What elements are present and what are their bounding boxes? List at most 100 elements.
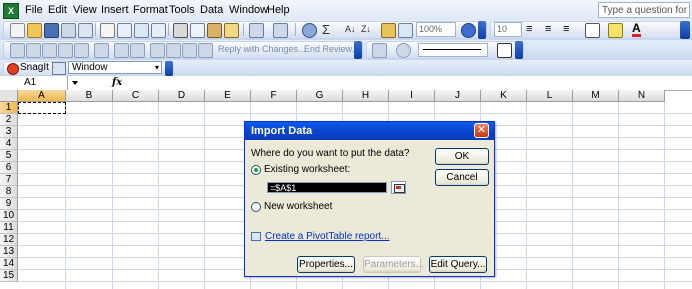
drawing-icon[interactable] (398, 23, 413, 38)
font-color-icon[interactable]: A (632, 22, 641, 37)
review-icon[interactable] (58, 43, 73, 58)
copy-icon[interactable] (190, 23, 205, 38)
open-icon[interactable] (27, 23, 42, 38)
ok-button[interactable]: OK (435, 148, 489, 165)
row-header-7[interactable]: 7 (0, 174, 18, 186)
review-icon[interactable] (26, 43, 41, 58)
name-box[interactable]: A1 (0, 76, 68, 90)
collapse-dialog-button[interactable] (391, 181, 406, 194)
column-header-e[interactable]: E (205, 90, 251, 102)
column-header-d[interactable]: D (159, 90, 205, 102)
research-icon[interactable] (151, 23, 166, 38)
redo-icon[interactable] (273, 23, 288, 38)
menu-help[interactable]: Help (267, 4, 290, 16)
fill-color-icon[interactable] (608, 23, 623, 38)
column-header-j[interactable]: J (435, 90, 481, 102)
row-header-6[interactable]: 6 (0, 162, 18, 174)
bold-icon[interactable]: ≡ (526, 23, 532, 35)
save-icon[interactable] (44, 23, 59, 38)
toolbar-options-icon[interactable] (354, 41, 362, 59)
spelling-icon[interactable] (134, 23, 149, 38)
active-cell-a1[interactable] (18, 102, 66, 114)
snagit-settings-icon[interactable] (52, 62, 66, 75)
paste-icon[interactable] (207, 23, 222, 38)
autosum-icon[interactable]: Σ (322, 22, 330, 37)
row-header-5[interactable]: 5 (0, 150, 18, 162)
sort-ascending-icon[interactable]: A↓ (345, 24, 356, 34)
insert-function-icon[interactable]: fx (112, 77, 122, 88)
review-icon[interactable] (42, 43, 57, 58)
destination-range-input[interactable]: =$A$1 (267, 182, 387, 193)
toolbar-options-icon[interactable] (478, 21, 486, 39)
menu-window[interactable]: Window (229, 4, 268, 16)
help-icon[interactable] (461, 23, 476, 38)
review-icon[interactable] (94, 43, 109, 58)
cancel-button[interactable]: Cancel (435, 169, 489, 186)
column-header-c[interactable]: C (113, 90, 159, 102)
toolbar-options-icon[interactable] (515, 41, 523, 59)
menu-tools[interactable]: Tools (169, 4, 195, 16)
snagit-icon[interactable] (7, 63, 19, 75)
column-header-g[interactable]: G (297, 90, 343, 102)
row-header-11[interactable]: 11 (0, 222, 18, 234)
review-icon[interactable] (166, 43, 181, 58)
font-size-select[interactable]: 10 (494, 22, 522, 37)
menu-file[interactable]: File (25, 4, 43, 16)
snagit-button[interactable]: SnagIt (20, 62, 49, 73)
chart-wizard-icon[interactable] (381, 23, 396, 38)
formula-input[interactable] (124, 76, 692, 90)
align-right-icon[interactable]: ≡ (563, 23, 569, 35)
close-button[interactable]: ✕ (474, 123, 489, 138)
row-header-4[interactable]: 4 (0, 138, 18, 150)
end-review-button[interactable]: End Review... (304, 44, 359, 54)
format-painter-icon[interactable] (224, 23, 239, 38)
menu-view[interactable]: View (73, 4, 97, 16)
row-header-9[interactable]: 9 (0, 198, 18, 210)
existing-worksheet-radio[interactable] (251, 165, 261, 175)
column-header-h[interactable]: H (343, 90, 389, 102)
edit-query-button[interactable]: Edit Query... (429, 256, 487, 273)
row-header-1[interactable]: 1 (0, 102, 18, 114)
zoom-select[interactable]: 100% (416, 22, 456, 37)
review-icon[interactable] (114, 43, 129, 58)
borders-icon[interactable] (585, 23, 600, 38)
review-icon[interactable] (198, 43, 213, 58)
column-header-l[interactable]: L (527, 90, 573, 102)
capture-mode-select[interactable]: Window ▾ (68, 61, 162, 74)
menu-insert[interactable]: Insert (101, 4, 129, 16)
review-icon[interactable] (130, 43, 145, 58)
row-header-12[interactable]: 12 (0, 234, 18, 246)
hyperlink-icon[interactable] (302, 23, 317, 38)
new-worksheet-label[interactable]: New worksheet (264, 201, 332, 212)
column-header-k[interactable]: K (481, 90, 527, 102)
existing-worksheet-label[interactable]: Existing worksheet: (264, 164, 350, 175)
email-icon[interactable] (78, 23, 93, 38)
select-all-corner[interactable] (0, 90, 18, 102)
new-icon[interactable] (10, 23, 25, 38)
properties-button[interactable]: Properties... (297, 256, 355, 273)
name-box-dropdown-icon[interactable] (72, 81, 78, 85)
print-icon[interactable] (100, 23, 115, 38)
toolbar-options-icon[interactable] (165, 61, 173, 76)
column-header-m[interactable]: M (573, 90, 619, 102)
row-header-8[interactable]: 8 (0, 186, 18, 198)
align-center-icon[interactable]: ≡ (545, 23, 551, 35)
undo-icon[interactable] (249, 23, 264, 38)
column-header-n[interactable]: N (619, 90, 665, 102)
row-header-13[interactable]: 13 (0, 246, 18, 258)
review-icon[interactable] (74, 43, 89, 58)
dialog-title-bar[interactable]: Import Data ✕ (245, 122, 494, 140)
row-header-2[interactable]: 2 (0, 114, 18, 126)
permission-icon[interactable] (61, 23, 76, 38)
row-header-10[interactable]: 10 (0, 210, 18, 222)
column-header-i[interactable]: I (389, 90, 435, 102)
line-style-select[interactable] (418, 43, 488, 57)
column-header-f[interactable]: F (251, 90, 297, 102)
column-header-b[interactable]: B (66, 90, 113, 102)
excel-icon[interactable]: X (3, 3, 19, 19)
eraser-icon[interactable] (396, 43, 411, 58)
new-worksheet-radio[interactable] (251, 202, 261, 212)
line-color-icon[interactable] (497, 43, 512, 58)
menu-edit[interactable]: Edit (48, 4, 67, 16)
create-pivottable-link[interactable]: Create a PivotTable report... (265, 231, 390, 242)
